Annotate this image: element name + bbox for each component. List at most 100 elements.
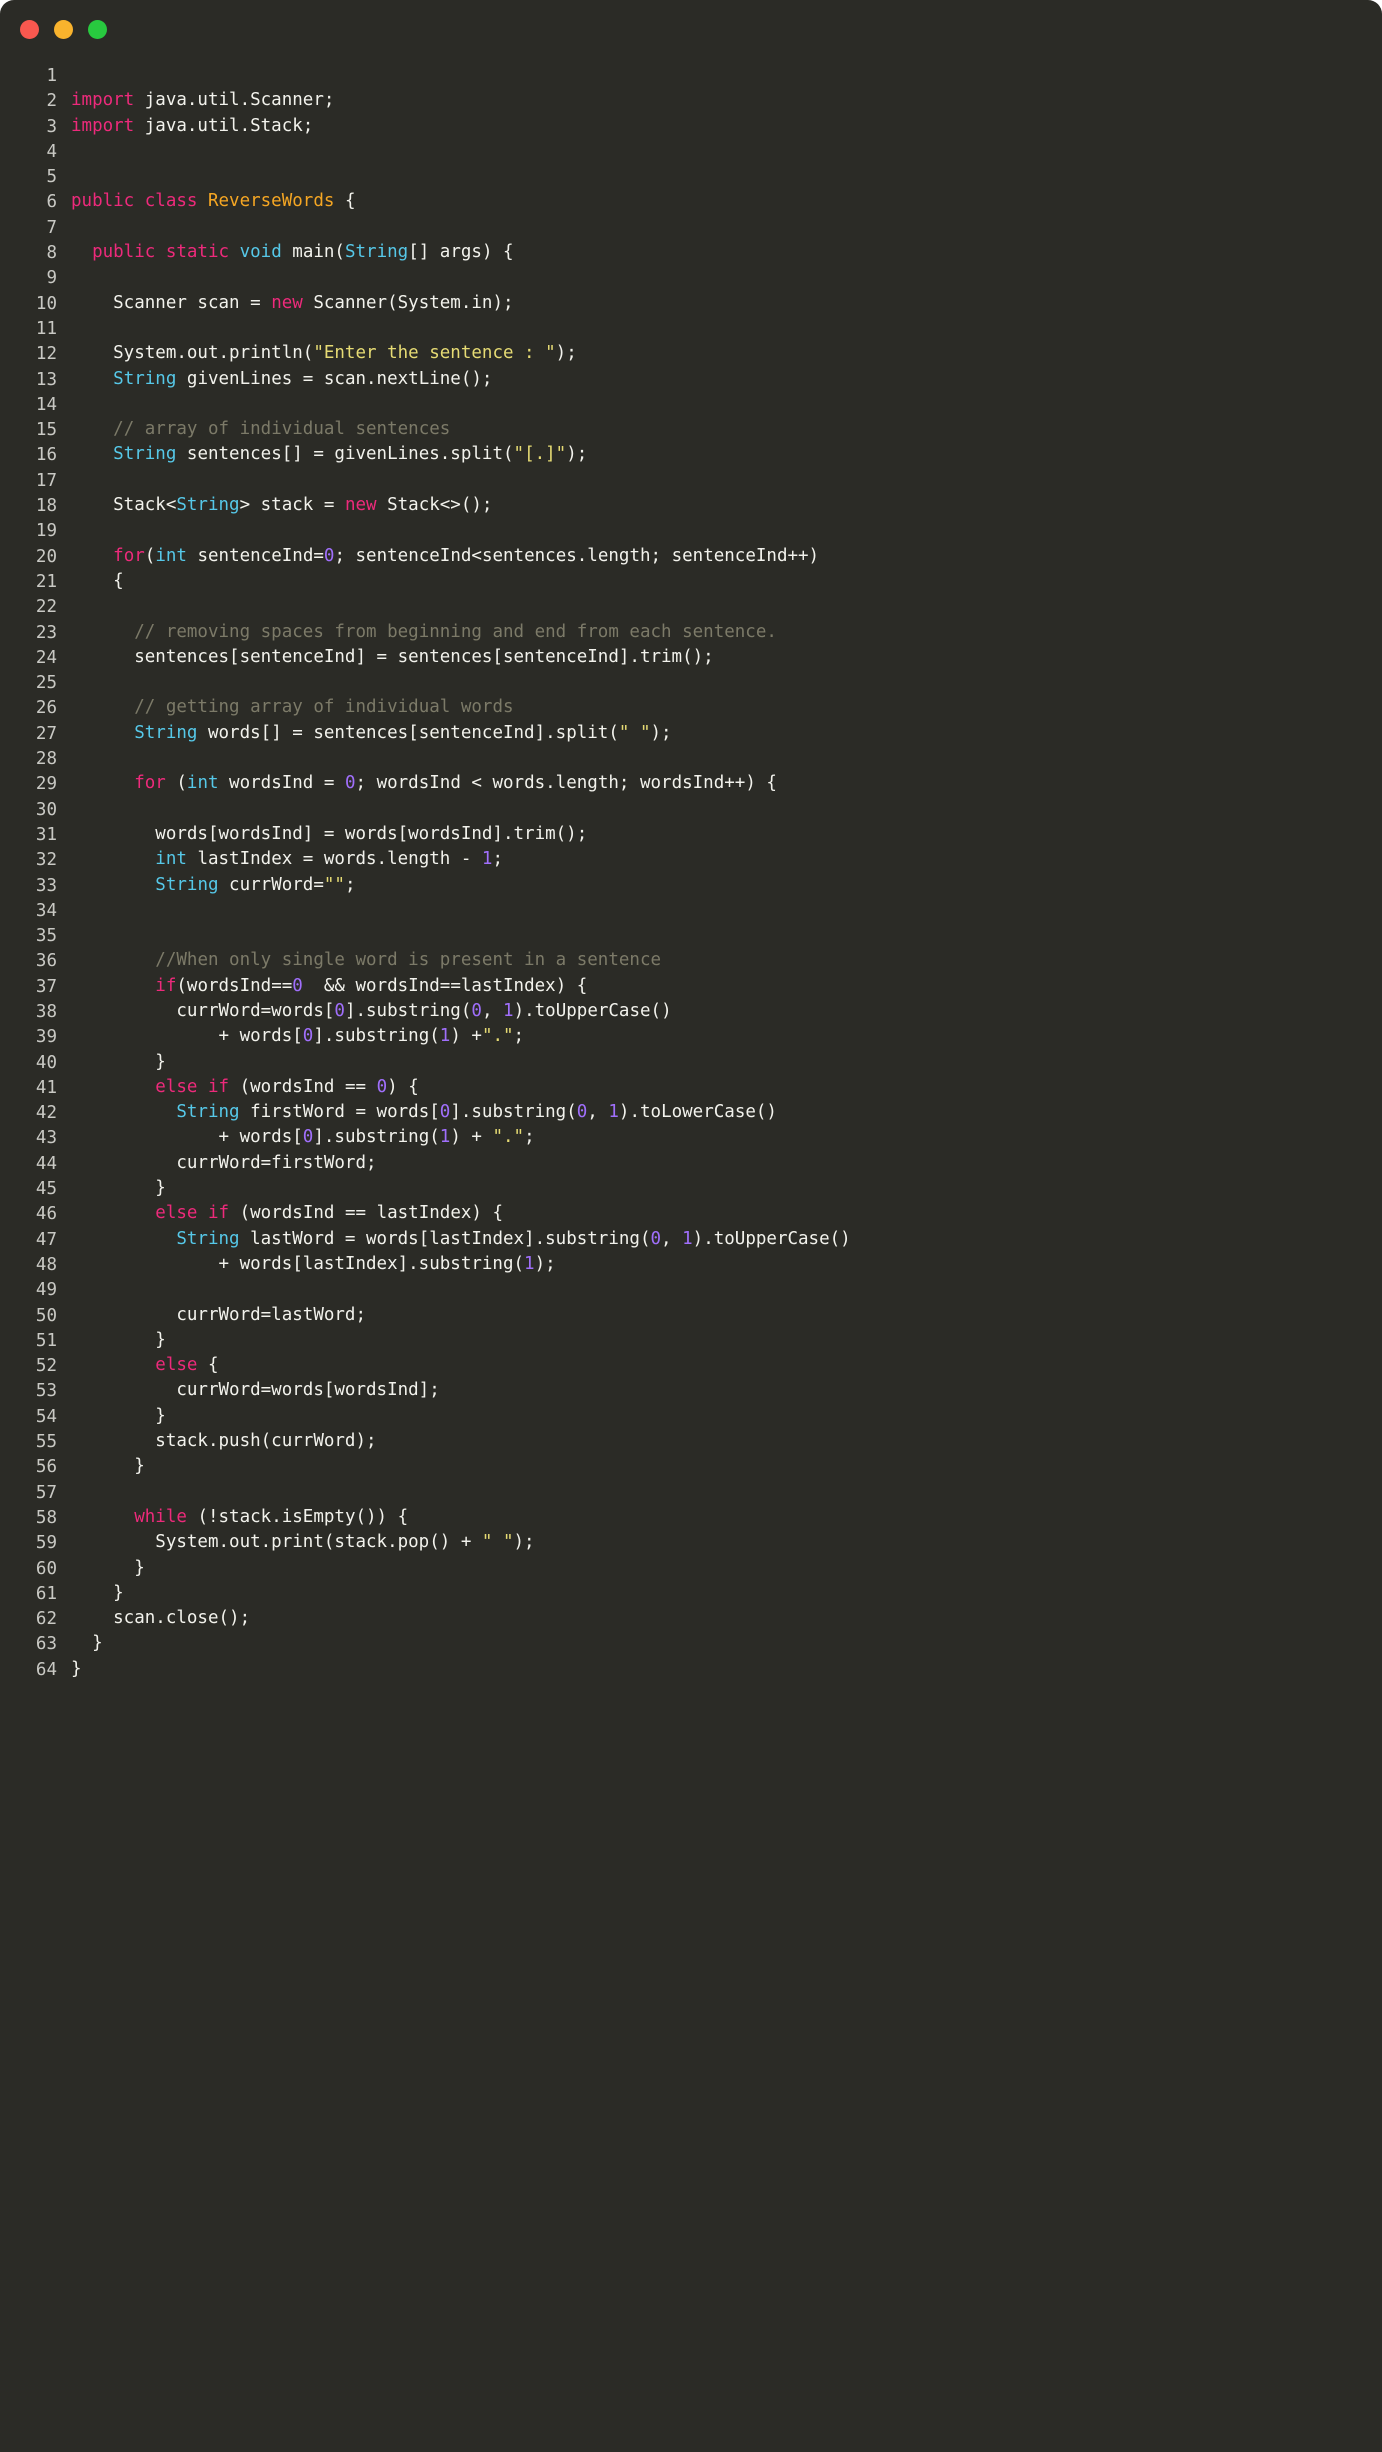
line-source[interactable]: System.out.println("Enter the sentence :…: [71, 342, 1382, 367]
code-line: 58 while (!stack.isEmpty()) {: [0, 1506, 1382, 1531]
line-source[interactable]: + words[0].substring(1) +".";: [71, 1025, 1382, 1050]
line-source[interactable]: }: [71, 1455, 1382, 1480]
line-source[interactable]: words[wordsInd] = words[wordsInd].trim()…: [71, 823, 1382, 848]
line-source[interactable]: [71, 216, 1382, 241]
token-p: [71, 849, 155, 869]
line-source[interactable]: [71, 1278, 1382, 1303]
line-source[interactable]: for(int sentenceInd=0; sentenceInd<sente…: [71, 545, 1382, 570]
code-line: 53 currWord=words[wordsInd];: [0, 1379, 1382, 1404]
line-source[interactable]: System.out.print(stack.pop() + " ");: [71, 1531, 1382, 1556]
line-source[interactable]: String words[] = sentences[sentenceInd].…: [71, 722, 1382, 747]
code-line: 51 }: [0, 1329, 1382, 1354]
token-p: [71, 419, 113, 439]
code-line: 12 System.out.println("Enter the sentenc…: [0, 342, 1382, 367]
line-source[interactable]: stack.push(currWord);: [71, 1430, 1382, 1455]
token-k: for: [134, 773, 166, 794]
close-button[interactable]: [20, 19, 39, 39]
token-p: [71, 1229, 176, 1249]
line-source[interactable]: String currWord="";: [71, 874, 1382, 899]
line-source[interactable]: }: [71, 1405, 1382, 1430]
line-number: 37: [35, 976, 57, 997]
token-n: 0: [302, 1026, 314, 1047]
line-source[interactable]: [71, 671, 1382, 696]
code-line: 59 System.out.print(stack.pop() + " ");: [0, 1531, 1382, 1556]
line-number: 35: [35, 926, 57, 947]
minimize-button[interactable]: [54, 19, 73, 39]
token-p: ; sentenceInd<sentences.length; sentence…: [334, 545, 820, 566]
line-source[interactable]: Stack<String> stack = new Stack<>();: [71, 494, 1382, 519]
line-source[interactable]: public class ReverseWords {: [71, 190, 1382, 215]
line-number: 42: [35, 1103, 57, 1124]
line-source[interactable]: //When only single word is present in a …: [71, 949, 1382, 974]
line-source[interactable]: [71, 469, 1382, 494]
code-line: 25: [0, 671, 1382, 696]
line-source[interactable]: [71, 140, 1382, 165]
token-p: ].substring(: [450, 1102, 577, 1123]
line-source[interactable]: else if (wordsInd == lastIndex) {: [71, 1202, 1382, 1227]
line-source[interactable]: }: [71, 1658, 1382, 1683]
line-source[interactable]: [71, 1481, 1382, 1506]
line-source[interactable]: [71, 747, 1382, 772]
line-source[interactable]: sentences[sentenceInd] = sentences[sente…: [71, 646, 1382, 671]
line-source[interactable]: currWord=firstWord;: [71, 1152, 1382, 1177]
line-source[interactable]: [71, 64, 1382, 89]
line-source[interactable]: {: [71, 570, 1382, 595]
token-p: [71, 444, 113, 464]
line-source[interactable]: }: [71, 1329, 1382, 1354]
line-source[interactable]: String firstWord = words[0].substring(0,…: [71, 1101, 1382, 1126]
line-source[interactable]: [71, 899, 1382, 924]
code-line: 22: [0, 595, 1382, 620]
line-source[interactable]: // getting array of individual words: [71, 696, 1382, 721]
line-source[interactable]: String givenLines = scan.nextLine();: [71, 368, 1382, 393]
line-source[interactable]: int lastIndex = words.length - 1;: [71, 848, 1382, 873]
code-line: 11: [0, 317, 1382, 342]
line-source[interactable]: else if (wordsInd == 0) {: [71, 1076, 1382, 1101]
line-source[interactable]: [71, 266, 1382, 291]
line-source[interactable]: Scanner scan = new Scanner(System.in);: [71, 292, 1382, 317]
line-source[interactable]: [71, 798, 1382, 823]
line-source[interactable]: }: [71, 1051, 1382, 1076]
code-line: 14: [0, 393, 1382, 418]
maximize-button[interactable]: [88, 19, 107, 39]
line-source[interactable]: import java.util.Stack;: [71, 115, 1382, 140]
line-source[interactable]: [71, 924, 1382, 949]
line-source[interactable]: import java.util.Scanner;: [71, 89, 1382, 114]
token-p: ).toLowerCase(): [618, 1102, 777, 1123]
line-source[interactable]: if(wordsInd==0 && wordsInd==lastIndex) {: [71, 975, 1382, 1000]
line-source[interactable]: }: [71, 1632, 1382, 1657]
line-source[interactable]: String sentences[] = givenLines.split("[…: [71, 443, 1382, 468]
line-number: 50: [35, 1305, 57, 1326]
line-source[interactable]: currWord=words[0].substring(0, 1).toUppe…: [71, 1000, 1382, 1025]
code-line: 13 String givenLines = scan.nextLine();: [0, 368, 1382, 393]
line-source[interactable]: // removing spaces from beginning and en…: [71, 621, 1382, 646]
line-number: 52: [35, 1356, 57, 1377]
line-source[interactable]: [71, 317, 1382, 342]
line-source[interactable]: + words[0].substring(1) + ".";: [71, 1126, 1382, 1151]
line-source[interactable]: String lastWord = words[lastIndex].subst…: [71, 1228, 1382, 1253]
token-p: {: [197, 1355, 219, 1376]
line-number: 33: [35, 875, 57, 896]
line-source[interactable]: while (!stack.isEmpty()) {: [71, 1506, 1382, 1531]
line-source[interactable]: scan.close();: [71, 1607, 1382, 1632]
line-source[interactable]: + words[lastIndex].substring(1);: [71, 1253, 1382, 1278]
line-source[interactable]: [71, 519, 1382, 544]
line-source[interactable]: public static void main(String[] args) {: [71, 241, 1382, 266]
line-source[interactable]: for (int wordsInd = 0; wordsInd < words.…: [71, 772, 1382, 797]
line-source[interactable]: else {: [71, 1354, 1382, 1379]
line-number: 29: [35, 774, 57, 795]
line-number: 12: [35, 344, 57, 365]
line-source[interactable]: // array of individual sentences: [71, 418, 1382, 443]
line-source[interactable]: }: [71, 1557, 1382, 1582]
line-source[interactable]: }: [71, 1177, 1382, 1202]
line-source[interactable]: [71, 393, 1382, 418]
line-source[interactable]: }: [71, 1582, 1382, 1607]
code-editor[interactable]: 1 2 import java.util.Scanner; 3 import java…: [0, 58, 1382, 1683]
line-source[interactable]: [71, 595, 1382, 620]
line-source[interactable]: [71, 165, 1382, 190]
line-source[interactable]: currWord=lastWord;: [71, 1304, 1382, 1329]
token-k: else if: [155, 1076, 230, 1097]
line-source[interactable]: currWord=words[wordsInd];: [71, 1379, 1382, 1404]
code-line: 18 Stack<String> stack = new Stack<>();: [0, 494, 1382, 519]
token-p: }: [71, 1405, 166, 1426]
token-p: > stack =: [239, 495, 345, 516]
